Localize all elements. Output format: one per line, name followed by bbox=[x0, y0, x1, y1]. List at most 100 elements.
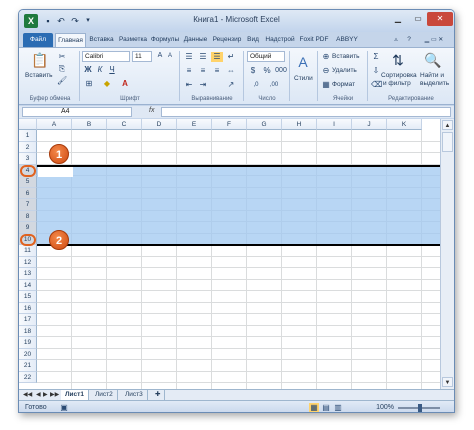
tab-data[interactable]: Данные bbox=[181, 33, 210, 47]
comma-style-icon[interactable]: 000 bbox=[275, 66, 287, 76]
insert-cells-icon[interactable]: ⊕ bbox=[321, 52, 331, 62]
merge-cells-icon[interactable]: ⇔ bbox=[225, 66, 237, 76]
tab-formulas[interactable]: Формулы bbox=[150, 33, 180, 47]
fill-color-icon[interactable]: ◆ bbox=[101, 79, 113, 89]
delete-cells-icon[interactable]: ⊖ bbox=[321, 66, 331, 76]
paste-icon[interactable]: 📋 bbox=[29, 50, 51, 70]
styles-button[interactable]: Стили bbox=[294, 75, 313, 82]
align-center-icon[interactable]: ≡ bbox=[197, 66, 209, 76]
row-header[interactable]: 1 bbox=[19, 130, 37, 142]
row-header[interactable]: 8 bbox=[19, 210, 37, 222]
sort-filter-button[interactable]: Сортировка bbox=[381, 72, 417, 79]
sort-filter-icon[interactable]: ⇅ bbox=[387, 50, 409, 70]
orientation-icon[interactable]: ↗ bbox=[225, 80, 237, 90]
delete-cells-button[interactable]: Удалить bbox=[332, 67, 357, 74]
tab-view[interactable]: Вид bbox=[244, 33, 262, 47]
row-header[interactable]: 20 bbox=[19, 348, 37, 360]
zoom-level[interactable]: 100% bbox=[376, 404, 394, 411]
sheet-tab-2[interactable]: Лист2 bbox=[91, 390, 118, 400]
row-header[interactable]: 5 bbox=[19, 176, 37, 188]
row-header[interactable]: 14 bbox=[19, 279, 37, 291]
row-header[interactable]: 18 bbox=[19, 325, 37, 337]
autosum-icon[interactable]: Σ bbox=[371, 52, 381, 62]
sheet-tab-3[interactable]: Лист3 bbox=[121, 390, 148, 400]
align-left-icon[interactable]: ≡ bbox=[183, 66, 195, 76]
italic-icon[interactable]: К bbox=[95, 65, 105, 75]
close-icon[interactable]: ✕ bbox=[427, 12, 453, 26]
row-header[interactable]: 16 bbox=[19, 302, 37, 314]
currency-icon[interactable]: $ bbox=[247, 66, 259, 76]
row-header[interactable]: 3 bbox=[19, 153, 37, 165]
tab-abbyy[interactable]: ABBYY PC bbox=[331, 33, 363, 57]
row-header[interactable]: 7 bbox=[19, 199, 37, 211]
column-header[interactable]: A bbox=[37, 119, 72, 130]
sheet-nav-next-icon[interactable]: ▶ bbox=[43, 391, 48, 398]
font-color-icon[interactable]: A bbox=[119, 79, 131, 89]
sheet-nav-last-icon[interactable]: ▶▶ bbox=[50, 391, 59, 398]
number-format-select[interactable]: Общий bbox=[247, 51, 285, 62]
sheet-nav-prev-icon[interactable]: ◀ bbox=[36, 391, 41, 398]
format-cells-icon[interactable]: ▦ bbox=[321, 80, 331, 90]
bold-icon[interactable]: Ж bbox=[83, 65, 93, 75]
ribbon-minimize-icon[interactable]: ▵ bbox=[391, 33, 401, 47]
row-header[interactable]: 17 bbox=[19, 314, 37, 326]
row-header[interactable]: 12 bbox=[19, 256, 37, 268]
tab-foxit-pdf[interactable]: Foxit PDF bbox=[298, 33, 330, 47]
row-header[interactable]: 9 bbox=[19, 222, 37, 234]
underline-icon[interactable]: Ч bbox=[107, 65, 117, 75]
scroll-down-icon[interactable]: ▼ bbox=[442, 377, 453, 387]
font-size-select[interactable]: 11 bbox=[132, 51, 152, 62]
font-name-select[interactable]: Calibri bbox=[82, 51, 130, 62]
cut-icon[interactable]: ✂ bbox=[57, 52, 67, 62]
column-header[interactable]: J bbox=[352, 119, 387, 130]
borders-icon[interactable]: ⊞ bbox=[83, 79, 95, 89]
tab-file[interactable]: Файл bbox=[23, 33, 53, 47]
page-break-view-icon[interactable]: ▥ bbox=[333, 403, 343, 412]
tab-review[interactable]: Рецензир bbox=[211, 33, 243, 47]
paste-button[interactable]: Вставить bbox=[25, 72, 53, 79]
find-select-icon[interactable]: 🔍 bbox=[422, 50, 444, 70]
insert-cells-button[interactable]: Вставить bbox=[332, 53, 360, 60]
tab-insert[interactable]: Вставка bbox=[87, 33, 116, 47]
row-header[interactable]: 19 bbox=[19, 337, 37, 349]
align-right-icon[interactable]: ≡ bbox=[211, 66, 223, 76]
row-header[interactable]: 15 bbox=[19, 291, 37, 303]
tab-page-layout[interactable]: Разметка bbox=[117, 33, 149, 47]
row-header[interactable]: 13 bbox=[19, 268, 37, 280]
scroll-up-icon[interactable]: ▲ bbox=[442, 120, 453, 130]
selected-rows-range[interactable] bbox=[37, 165, 442, 246]
workbook-controls[interactable]: ▁ ▭ ✕ bbox=[419, 33, 449, 47]
row-header[interactable]: 21 bbox=[19, 360, 37, 372]
increase-indent-icon[interactable]: ⇥ bbox=[197, 80, 209, 90]
shrink-font-icon[interactable]: A bbox=[165, 51, 175, 61]
macro-record-icon[interactable]: ▣ bbox=[59, 403, 69, 412]
align-top-icon[interactable]: ☰ bbox=[183, 52, 195, 62]
format-cells-button[interactable]: Формат bbox=[332, 81, 355, 88]
maximize-icon[interactable]: ▭ bbox=[408, 12, 428, 26]
styles-icon[interactable]: A bbox=[292, 52, 314, 72]
row-header[interactable]: 6 bbox=[19, 187, 37, 199]
name-box[interactable]: A4 bbox=[22, 107, 132, 117]
insert-function-icon[interactable]: fx bbox=[149, 107, 154, 114]
grow-font-icon[interactable]: A bbox=[155, 51, 165, 61]
sheet-tab-1[interactable]: Лист1 bbox=[61, 390, 89, 400]
find-select-button[interactable]: Найти и bbox=[420, 72, 444, 79]
row-header[interactable]: 2 bbox=[19, 141, 37, 153]
align-bottom-icon[interactable]: ☰ bbox=[211, 52, 223, 62]
minimize-icon[interactable]: ▁ bbox=[388, 12, 408, 26]
clear-icon[interactable]: ⌫ bbox=[371, 80, 382, 90]
select-all-corner[interactable] bbox=[19, 119, 37, 130]
decrease-decimal-icon[interactable]: ,00 bbox=[267, 80, 281, 90]
tab-home[interactable]: Главная bbox=[55, 33, 86, 47]
formula-input[interactable] bbox=[161, 107, 451, 117]
increase-decimal-icon[interactable]: ,0 bbox=[249, 80, 263, 90]
column-header[interactable]: D bbox=[142, 119, 177, 130]
column-header[interactable]: F bbox=[212, 119, 247, 130]
column-header[interactable]: H bbox=[282, 119, 317, 130]
active-cell[interactable] bbox=[38, 167, 73, 177]
scroll-thumb[interactable] bbox=[442, 132, 453, 152]
normal-view-icon[interactable]: ▦ bbox=[309, 403, 319, 412]
new-sheet-icon[interactable]: ✚ bbox=[151, 390, 166, 400]
column-header[interactable]: K bbox=[387, 119, 422, 130]
help-icon[interactable]: ? bbox=[404, 33, 414, 47]
